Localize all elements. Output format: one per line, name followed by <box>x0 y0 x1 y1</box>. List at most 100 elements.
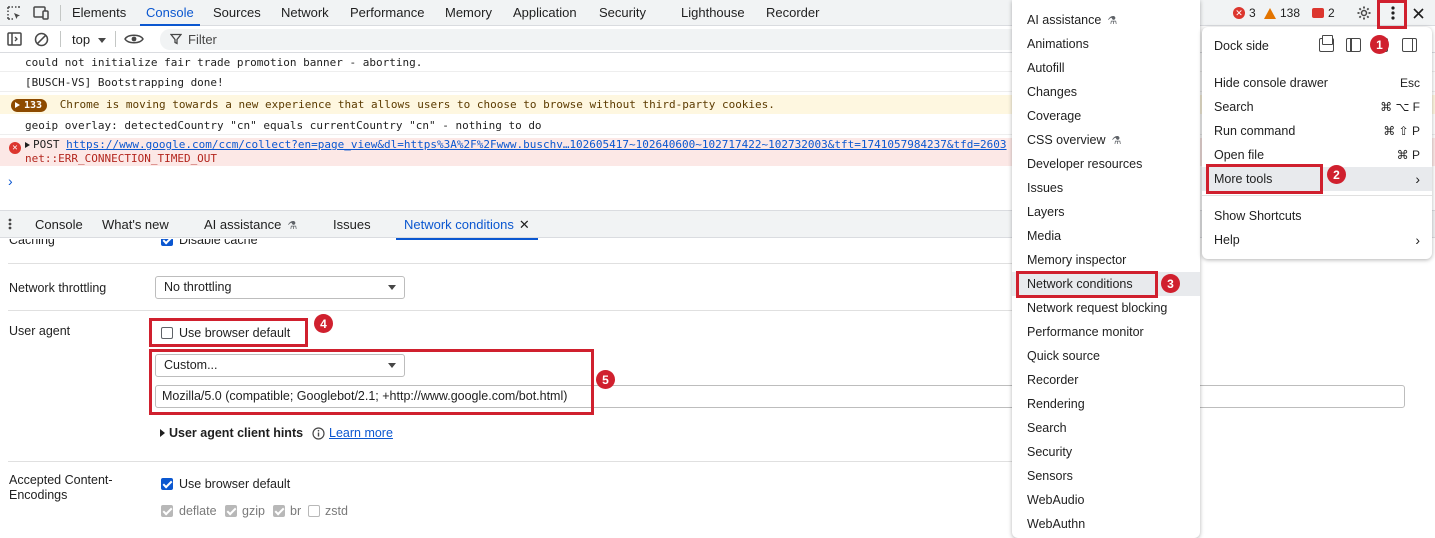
device-toolbar-icon[interactable] <box>32 4 50 22</box>
menu-item-changes[interactable]: Changes <box>1012 80 1200 104</box>
tab-recorder[interactable]: Recorder <box>766 0 819 26</box>
ua-client-hints-toggle[interactable]: User agent client hints <box>160 426 303 440</box>
warning-icon <box>1264 7 1276 19</box>
network-throttling-label: Network throttling <box>9 281 107 295</box>
learn-more-link[interactable]: Learn more <box>329 426 393 440</box>
menu-item-autofill[interactable]: Autofill <box>1012 56 1200 80</box>
live-expression-eye-icon[interactable] <box>123 30 145 48</box>
menu-item-coverage[interactable]: Coverage <box>1012 104 1200 128</box>
chevron-right-icon: › <box>1415 232 1420 248</box>
menu-item-help[interactable]: Help › <box>1202 228 1432 252</box>
menu-item-performance-monitor[interactable]: Performance monitor <box>1012 320 1200 344</box>
inspect-element-icon[interactable] <box>5 4 23 22</box>
menu-item-sensors[interactable]: Sensors <box>1012 464 1200 488</box>
user-agent-string-input[interactable]: Mozilla/5.0 (compatible; Googlebot/2.1; … <box>155 385 1405 408</box>
menu-item-run-command[interactable]: Run command ⌘ ⇧ P <box>1202 119 1432 143</box>
menu-item-show-shortcuts[interactable]: Show Shortcuts <box>1202 204 1432 228</box>
annotation-number-4: 4 <box>314 314 333 333</box>
menu-item-issues[interactable]: Issues <box>1012 176 1200 200</box>
drawer-tab-console[interactable]: Console <box>35 211 83 239</box>
annotation-number-1: 1 <box>1370 35 1389 54</box>
menu-item-developer-resources[interactable]: Developer resources <box>1012 152 1200 176</box>
context-selector[interactable]: top <box>72 26 106 53</box>
menu-item-memory-inspector[interactable]: Memory inspector <box>1012 248 1200 272</box>
issues-count-badge[interactable]: 2 <box>1312 0 1335 26</box>
undock-window-icon[interactable] <box>1319 35 1334 52</box>
tab-elements[interactable]: Elements <box>72 0 126 26</box>
menu-item-security[interactable]: Security <box>1012 440 1200 464</box>
menu-item-hide-console-drawer[interactable]: Hide console drawer Esc <box>1202 71 1432 95</box>
menu-item-recorder[interactable]: Recorder <box>1012 368 1200 392</box>
menu-separator <box>1202 195 1432 196</box>
drawer-tab-issues[interactable]: Issues <box>333 211 371 239</box>
tab-network[interactable]: Network <box>281 0 329 26</box>
encoding-deflate-checkbox[interactable] <box>161 505 173 517</box>
customize-devtools-menu: Dock side Hide console drawer Esc Search… <box>1202 27 1432 259</box>
divider <box>8 461 1030 462</box>
sidebar-toggle-icon[interactable] <box>5 30 23 48</box>
error-icon: ✕ <box>1233 7 1245 19</box>
menu-item-media[interactable]: Media <box>1012 224 1200 248</box>
expand-arrow-icon[interactable] <box>25 142 30 148</box>
tab-console[interactable]: Console <box>140 0 200 26</box>
menu-item-search[interactable]: Search ⌘ ⌥ F <box>1202 95 1432 119</box>
clear-console-icon[interactable] <box>32 30 50 48</box>
menu-item-layers[interactable]: Layers <box>1012 200 1200 224</box>
flask-icon: ⚗ <box>287 220 298 232</box>
encoding-zstd-checkbox[interactable] <box>308 505 320 517</box>
tab-sources[interactable]: Sources <box>213 0 261 26</box>
user-agent-select[interactable]: Custom... <box>155 354 405 377</box>
warning-count-badge[interactable]: 138 <box>1264 0 1300 26</box>
close-tab-icon[interactable]: ✕ <box>519 217 530 232</box>
close-devtools-icon[interactable] <box>1410 4 1426 22</box>
dock-left-icon[interactable] <box>1346 38 1361 52</box>
filter-input[interactable]: Filter <box>160 29 1020 50</box>
encoding-gzip-checkbox[interactable] <box>225 505 237 517</box>
menu-item-open-file[interactable]: Open file ⌘ P <box>1202 143 1432 167</box>
drawer-tab-ai-assistance[interactable]: AI assistance ⚗ <box>204 211 297 239</box>
network-throttling-select[interactable]: No throttling <box>155 276 405 299</box>
accepted-encodings-label: Accepted Content- <box>9 473 113 487</box>
annotation-number-5: 5 <box>596 370 615 389</box>
drawer-menu-kebab-icon[interactable] <box>4 216 16 232</box>
tab-application[interactable]: Application <box>513 0 577 26</box>
info-icon[interactable] <box>311 426 325 440</box>
filter-funnel-icon <box>169 32 183 46</box>
tab-security[interactable]: Security <box>599 0 646 26</box>
drawer-tab-whats-new[interactable]: What's new <box>102 211 169 239</box>
menu-item-more-tools[interactable]: More tools › <box>1202 167 1432 191</box>
drawer-tab-network-conditions[interactable]: Network conditions ✕ <box>396 211 538 240</box>
encoding-br-checkbox[interactable] <box>273 505 285 517</box>
menu-item-webaudio[interactable]: WebAudio <box>1012 488 1200 512</box>
caching-label: Caching <box>9 239 55 247</box>
menu-item-webauthn[interactable]: WebAuthn <box>1012 512 1200 536</box>
settings-gear-icon[interactable] <box>1355 4 1373 22</box>
menu-item-rendering[interactable]: Rendering <box>1012 392 1200 416</box>
tab-performance[interactable]: Performance <box>350 0 424 26</box>
dock-right-icon[interactable] <box>1402 38 1417 52</box>
toolbar-divider <box>60 5 61 21</box>
menu-item-animations[interactable]: Animations <box>1012 32 1200 56</box>
menu-item-search[interactable]: Search <box>1012 416 1200 440</box>
error-count-badge[interactable]: ✕ 3 <box>1233 0 1256 26</box>
encodings-use-browser-default-checkbox[interactable] <box>161 478 173 490</box>
request-url-link[interactable]: https://www.google.com/ccm/collect?en=pa… <box>66 138 1006 151</box>
menu-item-network-request-blocking[interactable]: Network request blocking <box>1012 296 1200 320</box>
issues-icon <box>1312 8 1324 18</box>
tab-memory[interactable]: Memory <box>445 0 492 26</box>
repeat-count-badge: 133 <box>11 99 48 112</box>
toolbar-divider <box>115 31 116 47</box>
disable-cache-checkbox[interactable] <box>161 239 173 246</box>
menu-item-quick-source[interactable]: Quick source <box>1012 344 1200 368</box>
more-tools-submenu: AI assistance ⚗ Animations Autofill Chang… <box>1012 0 1200 538</box>
customize-menu-kebab-icon[interactable] <box>1384 3 1402 23</box>
flask-icon: ⚗ <box>1111 135 1122 147</box>
menu-item-css-overview[interactable]: CSS overview ⚗ <box>1012 128 1200 152</box>
ua-use-browser-default-checkbox[interactable] <box>161 327 173 339</box>
devtools-tab-bar: Elements Console Sources Network Perform… <box>0 0 1435 26</box>
chevron-right-icon: › <box>1415 171 1420 187</box>
tab-lighthouse[interactable]: Lighthouse <box>681 0 745 26</box>
chevron-down-icon <box>97 38 106 44</box>
menu-item-ai-assistance[interactable]: AI assistance ⚗ <box>1012 8 1200 32</box>
error-icon: ✕ <box>9 142 21 154</box>
